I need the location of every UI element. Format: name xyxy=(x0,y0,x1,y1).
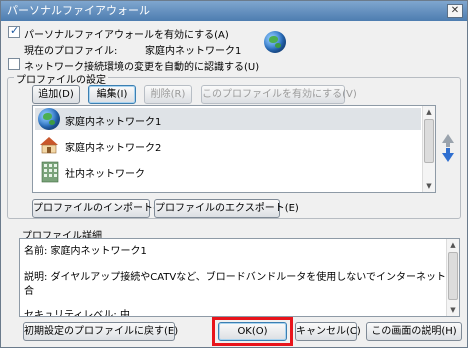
scroll-thumb[interactable] xyxy=(448,252,458,300)
delete-button[interactable]: 削除(R) xyxy=(144,85,192,104)
profile-name: 社内ネットワーク xyxy=(65,169,145,180)
export-profile-button[interactable]: プロファイルのエクスポート(E) xyxy=(154,199,299,218)
detail-description-cont: 合 xyxy=(24,286,34,297)
profile-list[interactable]: 家庭内ネットワーク1 家庭内ネットワーク2 社内ネットワーク ▲ ▼ xyxy=(32,105,436,193)
auto-detect-checkbox[interactable] xyxy=(8,58,20,70)
scroll-up-icon[interactable]: ▲ xyxy=(447,239,459,251)
move-up-icon[interactable] xyxy=(442,134,454,147)
add-button[interactable]: 追加(D) xyxy=(32,85,80,104)
list-item[interactable]: 社内ネットワーク xyxy=(35,160,421,183)
ok-highlight-frame xyxy=(212,317,293,346)
list-item[interactable]: 家庭内ネットワーク2 xyxy=(35,134,421,156)
current-profile-label: 現在のプロファイル: xyxy=(24,46,118,57)
building-icon xyxy=(41,161,59,183)
globe-icon xyxy=(38,108,60,130)
profile-name: 家庭内ネットワーク1 xyxy=(65,117,162,128)
scroll-up-icon[interactable]: ▲ xyxy=(423,106,435,118)
list-item[interactable]: 家庭内ネットワーク1 xyxy=(35,108,421,130)
globe-icon xyxy=(264,31,286,53)
detail-description: 説明: ダイヤルアップ接続やCATVなど、ブロードバンドルータを使用しないでイン… xyxy=(24,272,459,283)
help-button[interactable]: この画面の説明(H) xyxy=(366,322,462,341)
close-icon[interactable]: ✕ xyxy=(447,4,463,18)
profile-settings-title: プロファイルの設定 xyxy=(14,71,108,86)
scroll-thumb[interactable] xyxy=(424,119,434,163)
cancel-button[interactable]: キャンセル(C) xyxy=(295,322,361,341)
reset-default-profile-button[interactable]: 初期設定のプロファイルに戻す(E) xyxy=(23,322,178,341)
details-scrollbar[interactable]: ▲ ▼ xyxy=(446,239,459,316)
enable-firewall-checkbox[interactable] xyxy=(8,24,20,38)
edit-button[interactable]: 編集(I) xyxy=(88,85,136,104)
title-bar: パーソナルファイアウォール ✕ xyxy=(1,1,467,21)
profile-name: 家庭内ネットワーク2 xyxy=(65,143,162,154)
enable-firewall-label[interactable]: パーソナルファイアウォールを有効にする(A) xyxy=(24,26,229,41)
window-title: パーソナルファイアウォール xyxy=(7,4,150,17)
profile-details-box: 名前: 家庭内ネットワーク1 説明: ダイヤルアップ接続やCATVなど、ブロード… xyxy=(19,238,460,317)
enable-profile-button[interactable]: このプロファイルを有効にする(V) xyxy=(201,85,357,104)
firewall-dialog: パーソナルファイアウォール ✕ パーソナルファイアウォールを有効にする(A) 現… xyxy=(0,0,468,348)
scroll-down-icon[interactable]: ▼ xyxy=(423,180,435,192)
profile-list-scrollbar[interactable]: ▲ ▼ xyxy=(422,106,435,192)
import-profile-button[interactable]: プロファイルのインポート(M) xyxy=(32,199,169,218)
house-icon xyxy=(40,137,58,154)
current-profile-value: 家庭内ネットワーク1 xyxy=(145,46,242,57)
detail-security-level: セキュリティレベル: 中 xyxy=(24,310,130,317)
scroll-down-icon[interactable]: ▼ xyxy=(447,304,459,316)
move-down-icon[interactable] xyxy=(442,148,454,162)
detail-name: 名前: 家庭内ネットワーク1 xyxy=(24,246,147,257)
